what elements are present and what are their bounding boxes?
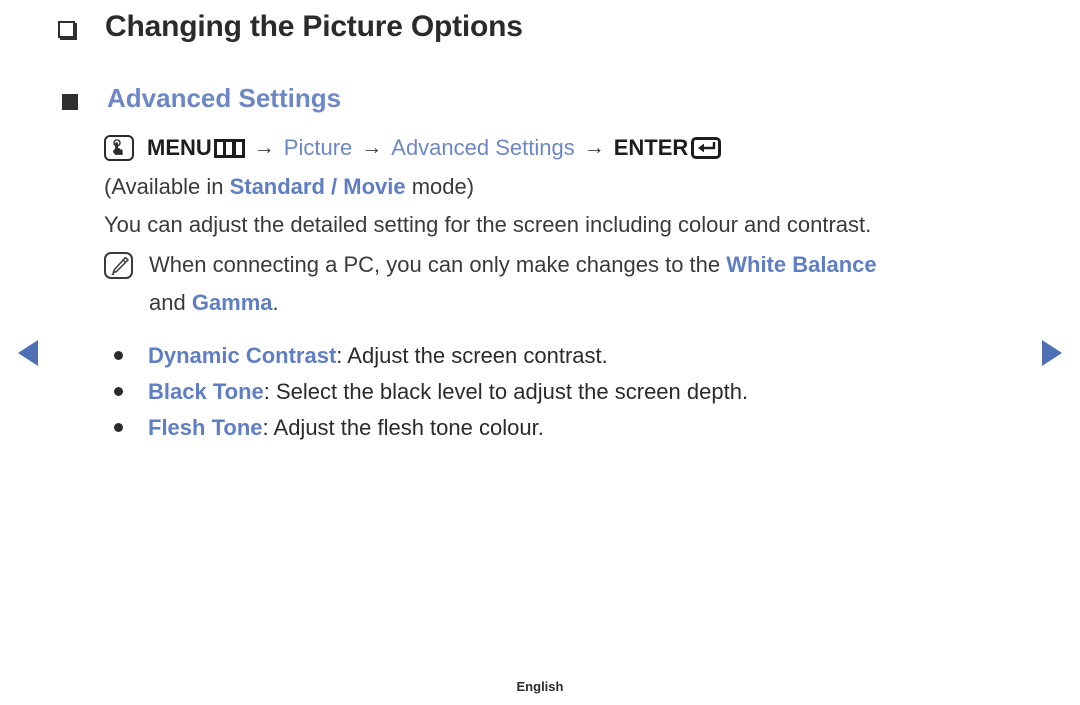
- list-item: Black Tone: Select the black level to ad…: [104, 374, 1044, 410]
- availability-modes: Standard / Movie: [229, 174, 406, 199]
- note-text-before: When connecting a PC, you can only make …: [149, 252, 727, 277]
- section-heading-row: Advanced Settings: [62, 84, 341, 113]
- list-item: Flesh Tone: Adjust the flesh tone colour…: [104, 410, 1044, 446]
- option-name: Flesh Tone: [148, 415, 263, 440]
- option-description: Adjust the screen contrast.: [347, 343, 608, 368]
- path-arrow-1: →: [253, 136, 275, 159]
- option-description: Adjust the flesh tone colour.: [273, 415, 544, 440]
- menu-path-item-picture: Picture: [283, 135, 353, 160]
- bullet-dot-icon: [114, 351, 123, 360]
- note-text: When connecting a PC, you can only make …: [149, 246, 877, 322]
- option-name: Black Tone: [148, 379, 264, 404]
- note-highlight-white-balance: White Balance: [726, 252, 877, 277]
- note-pen-icon: [104, 252, 133, 279]
- path-arrow-2: →: [361, 136, 383, 159]
- touch-hand-icon: [104, 135, 134, 161]
- option-separator: :: [262, 415, 274, 440]
- note-text-middle: and: [149, 290, 192, 315]
- note-continuation: and Gamma.: [149, 284, 877, 322]
- option-line: Flesh Tone: Adjust the flesh tone colour…: [148, 410, 544, 446]
- menu-path-line: MENU → Picture → Advanced Settings → ENT…: [104, 128, 1044, 168]
- bullet-dot-icon: [114, 387, 123, 396]
- options-list: Dynamic Contrast: Adjust the screen cont…: [104, 338, 1044, 446]
- option-name: Dynamic Contrast: [148, 343, 337, 368]
- manual-page: Changing the Picture Options Advanced Se…: [0, 0, 1080, 705]
- list-item: Dynamic Contrast: Adjust the screen cont…: [104, 338, 1044, 374]
- note-highlight-gamma: Gamma: [191, 290, 273, 315]
- availability-line: (Available in Standard / Movie mode): [104, 168, 1044, 206]
- note-block: When connecting a PC, you can only make …: [104, 246, 1044, 322]
- page-title: Changing the Picture Options: [105, 10, 523, 43]
- title-square-bullet-icon: [58, 21, 75, 38]
- content-body: MENU → Picture → Advanced Settings → ENT…: [104, 128, 1044, 446]
- option-line: Dynamic Contrast: Adjust the screen cont…: [148, 338, 608, 374]
- menu-path-item-advanced-settings: Advanced Settings: [391, 135, 575, 160]
- arrow-right-icon[interactable]: [1042, 340, 1062, 366]
- menu-grid-icon: [213, 138, 245, 158]
- menu-label: MENU: [147, 135, 212, 160]
- description-line: You can adjust the detailed setting for …: [104, 212, 872, 237]
- availability-prefix: (Available in: [104, 174, 230, 199]
- option-line: Black Tone: Select the black level to ad…: [148, 374, 748, 410]
- option-separator: :: [336, 343, 348, 368]
- option-description: Select the black level to adjust the scr…: [275, 379, 749, 404]
- option-separator: :: [263, 379, 276, 404]
- section-heading: Advanced Settings: [107, 83, 342, 113]
- note-text-after: .: [272, 290, 279, 315]
- arrow-left-icon[interactable]: [18, 340, 38, 366]
- section-square-bullet-icon: [62, 94, 78, 110]
- path-arrow-3: →: [583, 136, 605, 159]
- page-title-row: Changing the Picture Options: [58, 10, 523, 43]
- enter-return-icon: [691, 137, 722, 159]
- availability-suffix: mode): [405, 174, 475, 199]
- enter-label: ENTER: [613, 135, 689, 160]
- footer-language: English: [516, 679, 564, 694]
- bullet-dot-icon: [114, 423, 123, 432]
